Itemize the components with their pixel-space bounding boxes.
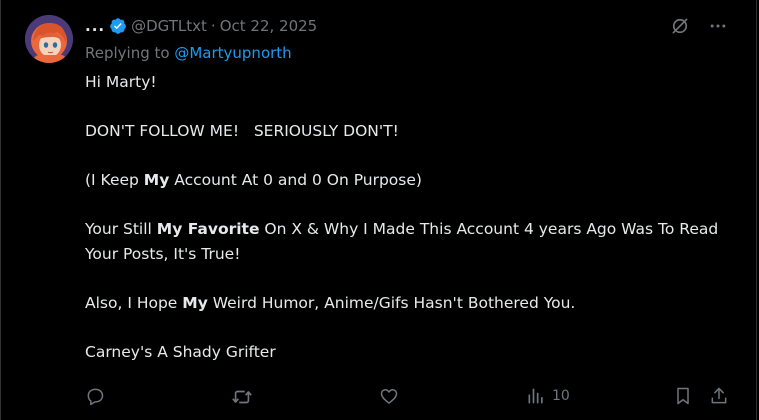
verified-badge-icon	[109, 17, 127, 35]
reply-icon	[85, 386, 105, 406]
display-name[interactable]: ...	[85, 17, 105, 35]
post-date[interactable]: Oct 22, 2025	[220, 17, 318, 35]
more-icon[interactable]	[708, 16, 728, 36]
views-button[interactable]: 10	[526, 386, 570, 406]
post-text-line5-c: Weird Humor, Anime/Gifs Hasn't Bothered …	[207, 293, 576, 312]
avatar[interactable]	[25, 15, 73, 63]
bookmark-icon	[673, 386, 693, 406]
share-icon	[709, 386, 729, 406]
post-header: ... @DGTLtxt · Oct 22, 2025	[85, 15, 317, 37]
views-count: 10	[552, 388, 570, 404]
replying-to-mention[interactable]: @Martyupnorth	[174, 44, 291, 62]
share-button[interactable]	[709, 386, 729, 406]
post-text-line4: Your Still My Favorite On X & Why I Made…	[85, 217, 735, 266]
post-text-line2-text: DON'T FOLLOW ME! SERIOUSLY DON'T!	[85, 122, 399, 140]
views-icon	[526, 386, 546, 406]
post-top-actions	[670, 16, 728, 36]
post-body: Hi Marty! DON'T FOLLOW ME! SERIOUSLY DON…	[85, 70, 735, 389]
grok-icon[interactable]	[670, 16, 690, 36]
avatar-image	[25, 15, 73, 63]
reply-button[interactable]	[85, 386, 105, 406]
user-handle[interactable]: @DGTLtxt	[131, 17, 207, 35]
post-text-line3: (I Keep My Account At 0 and 0 On Purpose…	[85, 168, 735, 193]
replying-prefix: Replying to	[85, 44, 175, 62]
post-action-bar: 10	[85, 386, 733, 410]
post-text-line2: DON'T FOLLOW ME! SERIOUSLY DON'T!	[85, 119, 735, 144]
post-container[interactable]: ... @DGTLtxt · Oct 22, 2025 Replying to …	[0, 0, 757, 420]
separator-dot: ·	[210, 17, 216, 35]
post-text-line3-a: (I Keep	[85, 171, 144, 189]
like-icon	[379, 386, 399, 406]
post-text-greeting: Hi Marty!	[85, 73, 157, 91]
post-text-line5-bold: My	[182, 293, 208, 312]
repost-button[interactable]	[231, 386, 253, 408]
like-button[interactable]	[379, 386, 399, 406]
replying-to: Replying to @Martyupnorth	[85, 44, 292, 62]
post-text-line3-bold: My	[143, 171, 170, 189]
post-text-line3-c: Account At 0 and 0 On Purpose)	[169, 171, 422, 189]
post-text-line4-a: Your Still	[85, 220, 157, 238]
post-text-line4-bold: My Favorite	[156, 220, 260, 238]
repost-icon	[231, 386, 253, 408]
bookmark-button[interactable]	[673, 386, 693, 406]
post-text-line6: Carney's A Shady Grifter	[85, 342, 276, 361]
post-text-line5: Also, I Hope My Weird Humor, Anime/Gifs …	[85, 291, 735, 316]
post-text-line5-a: Also, I Hope	[85, 293, 183, 312]
